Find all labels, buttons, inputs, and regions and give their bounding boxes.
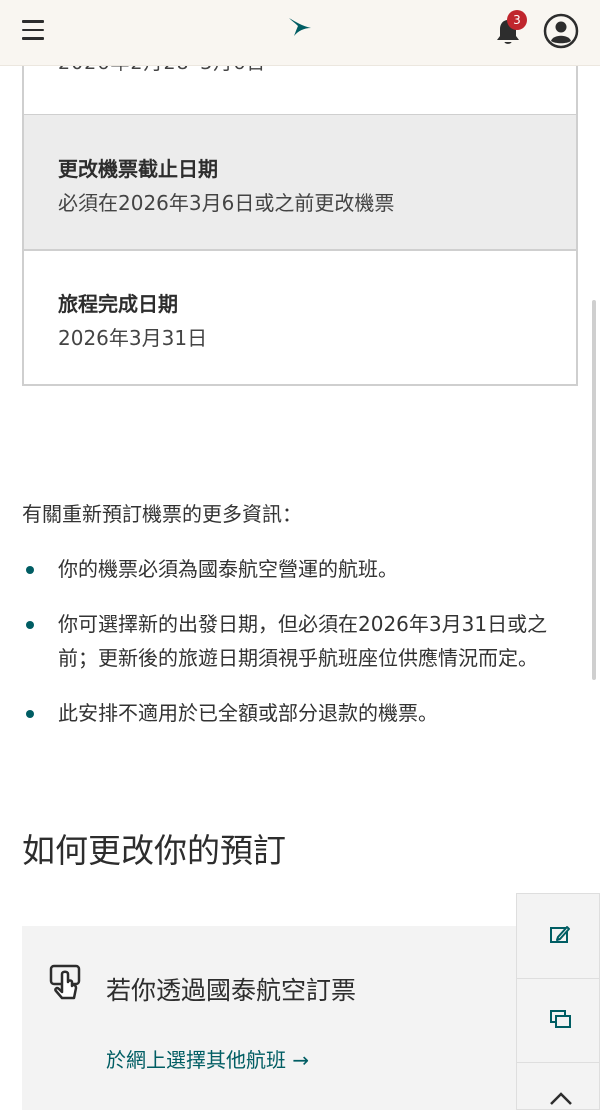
list-item: 你的機票必須為國泰航空營運的航班。 — [22, 552, 578, 586]
choose-other-flights-link[interactable]: 於網上選擇其他航班 → — [106, 1044, 309, 1073]
list-item: 此安排不適用於已全額或部分退款的機票。 — [22, 696, 578, 730]
section-heading: 如何更改你的預訂 — [22, 831, 286, 870]
option-title: 若你透過國泰航空訂票 — [106, 976, 357, 1005]
rebooking-info-intro: 有關重新預訂機票的更多資訊： — [22, 502, 302, 526]
completion-date-title: 旅程完成日期 — [58, 292, 178, 316]
chat-windows-icon — [550, 1010, 571, 1028]
change-deadline-value: 必須在2026年3月6日或之前更改機票 — [58, 191, 395, 215]
bullet-dot-icon — [26, 621, 34, 629]
hamburger-menu-icon[interactable] — [22, 20, 44, 40]
bullet-dot-icon — [26, 710, 34, 718]
live-chat-button[interactable] — [517, 978, 600, 1062]
completion-date-value: 2026年3月31日 — [58, 326, 208, 350]
change-deadline-title: 更改機票截止日期 — [58, 157, 218, 181]
edit-note-icon — [550, 926, 570, 943]
cathay-logo-icon[interactable] — [286, 12, 314, 40]
bullet-dot-icon — [26, 566, 34, 574]
user-profile-icon[interactable] — [543, 13, 579, 49]
page-scrollbar[interactable] — [592, 300, 596, 680]
rebooking-info-list: 你的機票必須為國泰航空營運的航班。 你可選擇新的出發日期，但必須在2026年3月… — [22, 552, 578, 751]
bullet-text: 你的機票必須為國泰航空營運的航班。 — [58, 557, 398, 581]
feedback-button[interactable] — [517, 894, 600, 978]
touch-screen-icon — [49, 964, 81, 1000]
back-to-top-button[interactable] — [517, 1062, 600, 1110]
bullet-text: 此安排不適用於已全額或部分退款的機票。 — [58, 701, 438, 725]
notification-count-badge: 3 — [507, 10, 527, 30]
top-header: 3 — [0, 0, 600, 66]
bullet-text: 你可選擇新的出發日期，但必須在2026年3月31日或之前；更新後的旅遊日期須視乎… — [58, 612, 548, 670]
floating-tools-panel — [516, 893, 600, 1110]
chevron-up-icon — [550, 1092, 572, 1105]
booking-option-card: 若你透過國泰航空訂票 於網上選擇其他航班 → — [22, 926, 542, 1110]
list-item: 你可選擇新的出發日期，但必須在2026年3月31日或之前；更新後的旅遊日期須視乎… — [22, 607, 578, 675]
change-deadline-card: 更改機票截止日期 必須在2026年3月6日或之前更改機票 — [22, 115, 578, 251]
completion-date-card: 旅程完成日期 2026年3月31日 — [22, 250, 578, 386]
